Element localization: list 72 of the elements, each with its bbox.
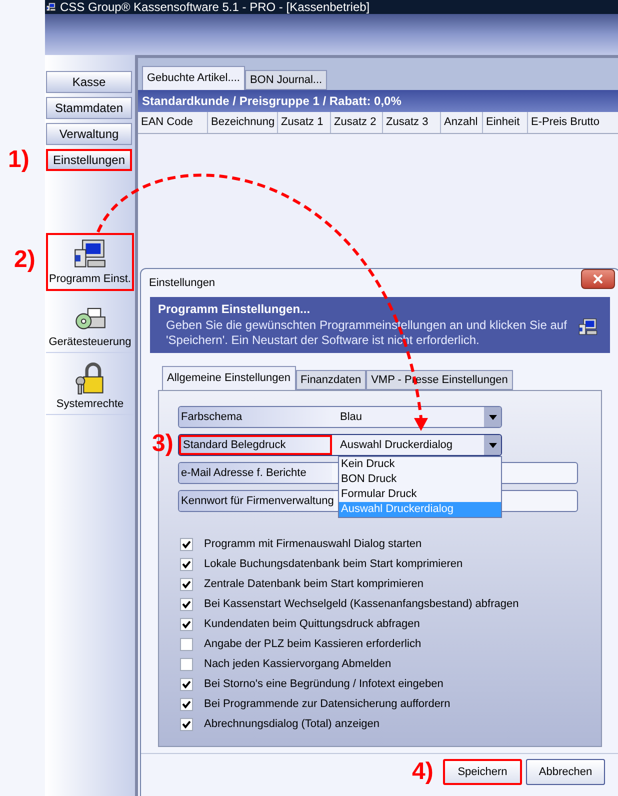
sidebar-tool[interactable]: Programm Einst. bbox=[46, 233, 134, 291]
column-header[interactable]: Einheit bbox=[483, 112, 528, 133]
dialog-button[interactable]: Abbrechen bbox=[526, 759, 605, 785]
close-button[interactable] bbox=[581, 269, 615, 289]
dropdown-field[interactable]: Standard Belegdruck Auswahl Druckerdialog bbox=[178, 434, 502, 456]
checkmark-icon bbox=[182, 620, 191, 628]
tab[interactable]: Finanzdaten bbox=[296, 370, 366, 390]
dialog-title: Einstellungen bbox=[149, 276, 216, 291]
sidebar-button[interactable]: Stammdaten bbox=[46, 97, 132, 119]
dialog-button[interactable]: Speichern bbox=[443, 759, 522, 785]
checkmark-icon bbox=[182, 560, 191, 568]
checkbox-label: Lokale Buchungsdatenbank beim Start komprimieren bbox=[204, 556, 463, 572]
checkbox[interactable] bbox=[180, 718, 193, 730]
app-icon bbox=[46, 1, 56, 13]
banner-title: Programm Einstellungen... bbox=[158, 301, 312, 318]
field-label: Farbschema bbox=[179, 407, 332, 427]
checkbox-label: Angabe der PLZ beim Kassieren erforderlich bbox=[204, 636, 422, 652]
checkmark-icon bbox=[182, 700, 191, 708]
sidebar-tool[interactable]: Gerätesteuerung bbox=[46, 295, 134, 353]
checkbox[interactable] bbox=[180, 598, 193, 610]
column-header[interactable]: Bezeichnung bbox=[208, 112, 278, 133]
field-label: e-Mail Adresse f. Berichte bbox=[179, 463, 332, 483]
checkbox[interactable] bbox=[180, 638, 193, 650]
dropdown-arrow-icon bbox=[488, 442, 496, 448]
window-title: CSS Group® Kassensoftware 5.1 - PRO - [Kassenbetrieb] bbox=[60, 0, 370, 14]
checkbox-label: Bei Kassenstart Wechselgeld (Kassenanfangsbestand) abfragen bbox=[204, 596, 519, 612]
sidebar-button[interactable]: Kasse bbox=[46, 71, 132, 93]
customer-header: Standardkunde / Preisgruppe 1 / Rabatt: 0,0% bbox=[138, 90, 618, 112]
checkbox-label: Programm mit Firmenauswahl Dialog starten bbox=[204, 536, 422, 552]
step-label: 1) bbox=[8, 146, 30, 174]
dropdown-option[interactable]: BON Druck bbox=[339, 472, 501, 487]
step-label: 2) bbox=[14, 246, 36, 274]
checkbox[interactable] bbox=[180, 538, 193, 550]
checkmark-icon bbox=[182, 680, 191, 688]
checkbox-label: Kundendaten beim Quittungsdruck abfragen bbox=[204, 616, 420, 632]
computer-icon bbox=[73, 236, 107, 270]
dropdown-arrow-icon bbox=[488, 414, 496, 420]
checkmark-icon bbox=[182, 580, 191, 588]
step-label: 4) bbox=[412, 758, 434, 786]
tab[interactable]: Gebuchte Artikel.... bbox=[142, 66, 245, 90]
sidebar-button[interactable]: Einstellungen bbox=[46, 149, 132, 171]
tab[interactable]: BON Journal... bbox=[244, 70, 328, 90]
sidebar-button[interactable]: Verwaltung bbox=[46, 123, 132, 145]
checkbox-label: Abrechnungsdialog (Total) anzeigen bbox=[204, 716, 380, 732]
checkmark-icon bbox=[182, 600, 191, 608]
tab[interactable]: Allgemeine Einstellungen bbox=[162, 366, 296, 390]
field-label: Kennwort für Firmenverwaltung bbox=[179, 491, 334, 511]
column-header[interactable]: E-Preis Brutto bbox=[528, 112, 618, 133]
checkmark-icon bbox=[182, 720, 191, 728]
checkbox[interactable] bbox=[180, 618, 193, 630]
checkbox[interactable] bbox=[180, 558, 193, 570]
field-label: Standard Belegdruck bbox=[179, 435, 332, 455]
checkbox[interactable] bbox=[180, 678, 193, 690]
dropdown-field[interactable]: Farbschema Blau bbox=[178, 406, 502, 428]
column-header[interactable]: Anzahl bbox=[441, 112, 483, 133]
checkbox-label: Bei Storno's eine Begründung / Infotext eingeben bbox=[204, 676, 444, 692]
checkbox[interactable] bbox=[180, 658, 193, 670]
dropdown-option[interactable]: Formular Druck bbox=[339, 487, 501, 502]
checkbox[interactable] bbox=[180, 698, 193, 710]
checkbox-label: Zentrale Datenbank beim Start komprimieren bbox=[204, 576, 424, 592]
column-header[interactable]: EAN Code bbox=[138, 112, 208, 133]
sidebar-tool[interactable]: Systemrechte bbox=[46, 357, 134, 415]
step-label: 3) bbox=[152, 430, 174, 458]
column-header[interactable]: Zusatz 1 bbox=[278, 112, 331, 133]
checkbox-label: Bei Programmende zur Datensicherung auffordern bbox=[204, 696, 450, 712]
dropdown-option[interactable]: Kein Druck bbox=[339, 457, 501, 472]
column-header[interactable]: Zusatz 2 bbox=[331, 112, 383, 133]
close-icon bbox=[593, 274, 603, 284]
checkmark-icon bbox=[182, 540, 191, 548]
column-header[interactable]: Zusatz 3 bbox=[383, 112, 441, 133]
checkbox[interactable] bbox=[180, 578, 193, 590]
checkbox-label: Nach jeden Kassiervorgang Abmelden bbox=[204, 656, 392, 672]
